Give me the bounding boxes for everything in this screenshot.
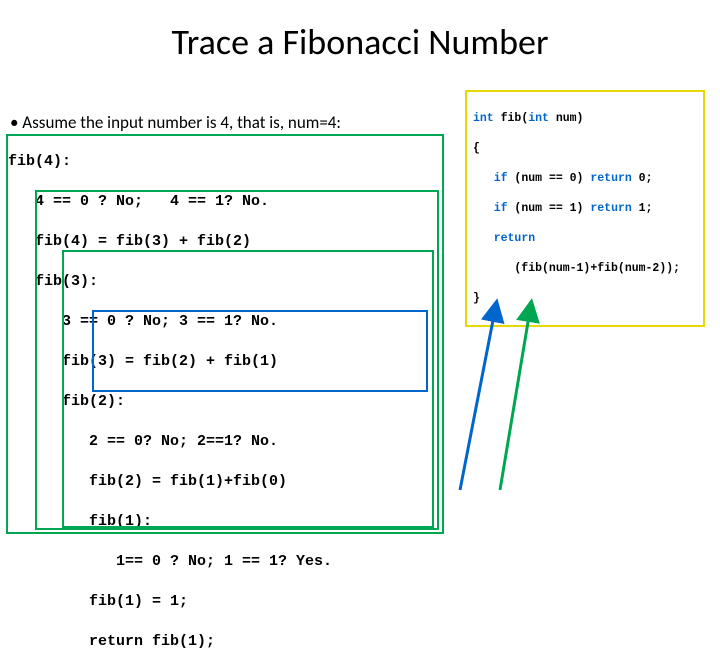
bullet-intro: • Assume the input number is 4, that is,… — [10, 112, 341, 133]
code-line: (fib(num-1)+fib(num-2)); — [473, 261, 697, 276]
slide-title: Trace a Fibonacci Number — [0, 0, 720, 64]
trace-block: fib(4): 4 == 0 ? No; 4 == 1? No. fib(4) … — [8, 132, 332, 672]
trace-line: 4 == 0 ? No; 4 == 1? No. — [8, 192, 332, 212]
code-line: int fib(int num) — [473, 111, 697, 126]
trace-line: fib(1): — [8, 512, 332, 532]
trace-line: fib(3): — [8, 272, 332, 292]
code-definition: int fib(int num) { if (num == 0) return … — [465, 90, 705, 327]
code-line: if (num == 1) return 1; — [473, 201, 697, 216]
code-line: { — [473, 141, 697, 156]
trace-line: fib(2): — [8, 392, 332, 412]
trace-line: fib(4): — [8, 152, 332, 172]
trace-line: 1== 0 ? No; 1 == 1? Yes. — [8, 552, 332, 572]
code-line: return — [473, 231, 697, 246]
trace-line: 2 == 0? No; 2==1? No. — [8, 432, 332, 452]
code-line: if (num == 0) return 0; — [473, 171, 697, 186]
return-arrow-blue — [440, 300, 520, 500]
trace-line: return fib(1); — [8, 632, 332, 652]
trace-line: fib(4) = fib(3) + fib(2) — [8, 232, 332, 252]
trace-line: fib(3) = fib(2) + fib(1) — [8, 352, 332, 372]
trace-line: 3 == 0 ? No; 3 == 1? No. — [8, 312, 332, 332]
trace-line: fib(1) = 1; — [8, 592, 332, 612]
trace-line: fib(2) = fib(1)+fib(0) — [8, 472, 332, 492]
